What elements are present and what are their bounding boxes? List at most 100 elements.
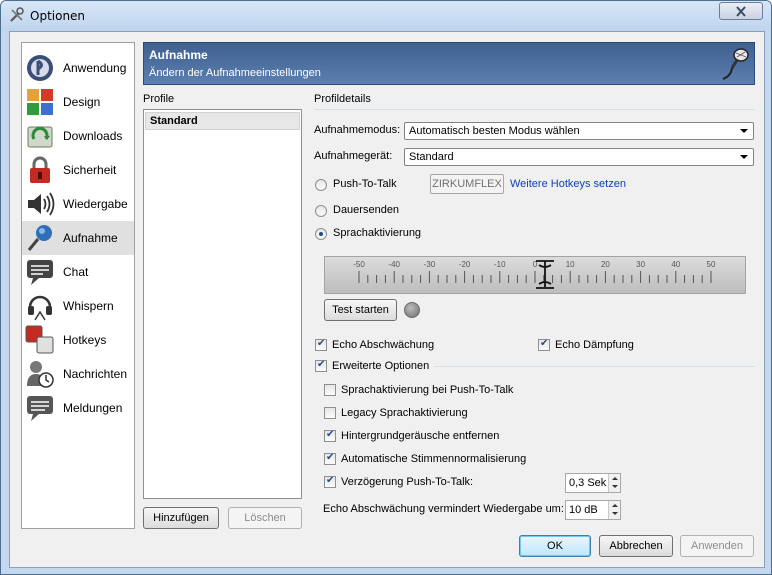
delete-profile-button[interactable]: Löschen [228, 507, 302, 529]
keys-icon [25, 325, 54, 354]
threshold-handle[interactable] [536, 260, 554, 289]
sidebar-item-nachrichten[interactable]: Nachrichten [22, 357, 134, 391]
recording-device-select[interactable]: Standard [404, 148, 754, 166]
voice-activation-threshold-slider[interactable]: -50 -40 -30 -20 -10 0 10 20 30 40 50 [324, 256, 746, 294]
echo-reduce-by-text: Echo Abschwächung vermindert Wiedergabe … [323, 503, 564, 515]
scale-tick-label: 40 [671, 260, 680, 269]
remove-background-noise-checkbox[interactable] [324, 429, 336, 442]
voice-activation-on-ptt-checkbox[interactable] [324, 384, 336, 396]
legacy-voice-activation-label: Legacy Sprachaktivierung [341, 407, 468, 419]
window-title: Optionen [30, 9, 86, 23]
scale-tick-label: -40 [388, 260, 400, 269]
threshold-scale: -50 -40 -30 -20 -10 0 10 20 30 40 50 [353, 260, 716, 289]
recording-mode-select[interactable]: Automatisch besten Modus wählen [404, 122, 754, 140]
profile-name: Standard [150, 115, 198, 127]
divider [434, 366, 755, 367]
recording-mode-label: Aufnahmemodus: [314, 124, 401, 136]
arrow-down-icon [612, 512, 618, 515]
application-icon [27, 55, 53, 81]
cancel-button[interactable]: Abbrechen [599, 535, 673, 557]
sidebar-item-wiedergabe[interactable]: Wiedergabe [22, 187, 134, 221]
profiles-heading: Profile [143, 93, 175, 105]
echo-reduction-label: Echo Abschwächung [332, 339, 435, 351]
banner-title: Aufnahme [149, 48, 208, 62]
scale-tick-label: 30 [636, 260, 645, 269]
sidebar-item-whispern[interactable]: Whispern [22, 289, 134, 323]
spin-buttons[interactable] [608, 501, 620, 519]
scale-tick-label: -20 [459, 260, 471, 269]
microphone-icon [722, 48, 749, 80]
ok-button[interactable]: OK [519, 535, 591, 557]
design-icon [27, 89, 53, 115]
legacy-voice-activation-checkbox[interactable] [324, 407, 336, 419]
chat-bubble-icon [27, 260, 53, 285]
scale-tick-label: -50 [353, 260, 365, 269]
category-sidebar: Anwendung Design Downloads Sicherheit Wi… [21, 42, 135, 529]
list-item[interactable]: Standard [145, 112, 300, 130]
profile-list[interactable]: Standard [143, 109, 302, 499]
chevron-down-icon [740, 155, 748, 159]
profile-details-heading: Profildetails [314, 93, 371, 105]
echo-cancellation-label: Echo Dämpfung [555, 339, 634, 351]
echo-cancellation-checkbox[interactable] [538, 338, 550, 351]
add-profile-button[interactable]: Hinzufügen [143, 507, 219, 529]
dialog-body: Anwendung Design Downloads Sicherheit Wi… [9, 31, 765, 568]
remove-background-noise-label: Hintergrundgeräusche entfernen [341, 430, 500, 442]
sidebar-item-aufnahme[interactable]: Aufnahme [22, 221, 134, 255]
push-to-talk-hotkey-button[interactable]: ZIRKUMFLEX [430, 174, 504, 194]
scale-tick-label: 50 [707, 260, 716, 269]
sidebar-item-label: Anwendung [63, 61, 127, 75]
recording-mode-value: Automatisch besten Modus wählen [409, 125, 580, 137]
divider [314, 109, 755, 110]
ptt-delay-checkbox[interactable] [324, 475, 336, 488]
recording-device-value: Standard [409, 151, 454, 163]
arrow-down-icon [612, 485, 618, 488]
start-test-button[interactable]: Test starten [324, 299, 397, 321]
voice-activation-radio[interactable] [315, 228, 327, 240]
recording-device-label: Aufnahmegerät: [314, 150, 393, 162]
automatic-normalization-checkbox[interactable] [324, 452, 336, 465]
options-window: Optionen Anwendung Design Downloads Sich… [0, 0, 772, 575]
sidebar-item-label: Wiedergabe [63, 197, 128, 211]
title-bar[interactable]: Optionen [1, 1, 771, 31]
downloads-icon [27, 126, 53, 148]
sidebar-item-label: Aufnahme [63, 231, 118, 245]
scale-tick-label: -10 [494, 260, 506, 269]
sidebar-item-downloads[interactable]: Downloads [22, 119, 134, 153]
push-to-talk-label: Push-To-Talk [333, 178, 397, 190]
voice-activation-on-ptt-label: Sprachaktivierung bei Push-To-Talk [341, 384, 514, 396]
voice-activation-label: Sprachaktivierung [333, 227, 422, 239]
scale-tick-label: -30 [424, 260, 436, 269]
section-banner: Aufnahme Ändern der Aufnahmeeinstellunge… [143, 42, 755, 85]
sidebar-item-chat[interactable]: Chat [22, 255, 134, 289]
apply-button[interactable]: Anwenden [680, 535, 754, 557]
sidebar-item-hotkeys[interactable]: Hotkeys [22, 323, 134, 357]
close-button[interactable] [719, 2, 763, 20]
ptt-delay-value: 0,3 Sek [569, 477, 607, 489]
echo-reduce-by-spinbox[interactable]: 10 dB [565, 500, 621, 520]
arrow-up-icon [612, 477, 618, 480]
advanced-options-label: Erweiterte Optionen [332, 360, 430, 372]
ptt-delay-spinbox[interactable]: 0,3 Sek [565, 473, 621, 493]
sidebar-item-meldungen[interactable]: Meldungen [22, 391, 134, 425]
advanced-options-checkbox[interactable] [315, 359, 327, 372]
sidebar-item-anwendung[interactable]: Anwendung [22, 51, 134, 85]
chevron-down-icon [740, 129, 748, 133]
sidebar-item-sicherheit[interactable]: Sicherheit [22, 153, 134, 187]
sidebar-item-design[interactable]: Design [22, 85, 134, 119]
sidebar-item-label: Design [63, 95, 101, 109]
sidebar-item-label: Sicherheit [63, 163, 117, 177]
echo-reduction-checkbox[interactable] [315, 338, 327, 351]
sidebar-item-label: Hotkeys [63, 333, 107, 347]
automatic-normalization-label: Automatische Stimmennormalisierung [341, 453, 527, 465]
push-to-talk-radio[interactable] [315, 179, 327, 191]
sidebar-item-label: Chat [63, 265, 89, 279]
sidebar-item-label: Meldungen [63, 401, 123, 415]
close-icon [736, 6, 746, 17]
sidebar-item-label: Nachrichten [63, 367, 128, 381]
more-hotkeys-link[interactable]: Weitere Hotkeys setzen [510, 178, 626, 190]
spin-buttons[interactable] [608, 474, 620, 492]
continuous-transmission-radio[interactable] [315, 205, 327, 217]
messages-icon [27, 361, 54, 388]
notifications-icon [27, 396, 53, 421]
